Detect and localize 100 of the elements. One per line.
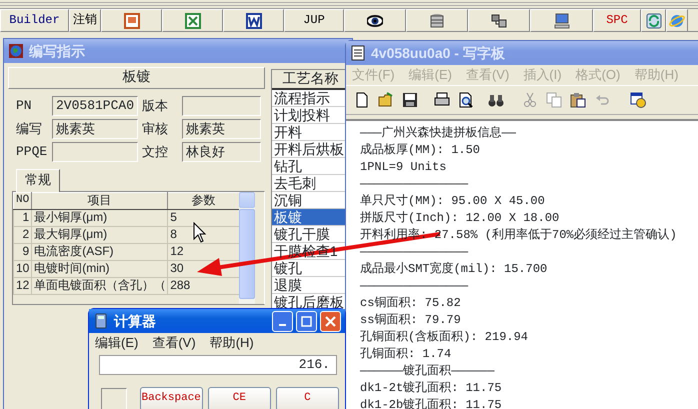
- window-title: 编写指示: [29, 42, 86, 60]
- browser-icon: [669, 12, 685, 28]
- calculator-button[interactable]: CE: [208, 386, 271, 409]
- clipboard-icon[interactable]: [570, 92, 586, 108]
- calculator-display: 216.: [99, 354, 337, 375]
- mouse-pointer-icon: [193, 222, 207, 244]
- table-cell: 电镀时间(min): [32, 260, 168, 278]
- table-cell: 最大铜厚(μm): [32, 226, 168, 244]
- database-icon: [429, 12, 445, 28]
- maximize-icon: [301, 316, 312, 326]
- tab[interactable]: 常规: [16, 169, 60, 192]
- window-title: 计算器: [114, 312, 157, 330]
- document-line: ———————————————: [360, 176, 468, 191]
- document-line: ———广州兴森快捷拼板信息——: [360, 126, 516, 140]
- document-icon: [246, 12, 262, 28]
- menu-item[interactable]: 查看(V): [152, 335, 196, 351]
- table-cell: 单面电镀面积（含孔）（: [32, 277, 168, 294]
- computer-icon: [554, 12, 570, 28]
- minimize-button[interactable]: [272, 310, 293, 332]
- process-item[interactable]: 去毛刺: [274, 175, 316, 191]
- window-title: 4v058uu0a0 - 写字板: [371, 44, 506, 62]
- table-cell: 9: [14, 243, 32, 260]
- process-item[interactable]: 计划投料: [274, 107, 330, 123]
- folder-icon[interactable]: [378, 92, 394, 108]
- column-header: 项目: [32, 192, 168, 210]
- document-line: ——————镀孔面积——————: [360, 364, 494, 378]
- notepad-icon: [350, 45, 366, 61]
- process-item[interactable]: 开料后烘板: [274, 141, 344, 157]
- field-label: 文控: [142, 144, 169, 160]
- document-line: 孔铜面积: 1.74: [360, 346, 452, 361]
- scrollbar[interactable]: [239, 192, 255, 304]
- process-item[interactable]: 镀孔: [274, 260, 302, 276]
- globe-icon: [8, 43, 24, 59]
- text-field[interactable]: [182, 96, 261, 116]
- toolbar-button[interactable]: Builder: [0, 9, 69, 32]
- text-field[interactable]: 姚素英: [182, 119, 261, 139]
- document-line: dk1-2t镀孔面积: 11.75: [360, 380, 502, 395]
- memory-indicator: [101, 388, 127, 409]
- list-header: 工艺名称: [272, 70, 347, 90]
- column-header: 参数: [168, 192, 239, 210]
- field-label: PPQE: [16, 144, 48, 160]
- calculator-button[interactable]: Backspace: [140, 386, 203, 409]
- document-line: 成品最小SMT宽度(mil): 15.700: [360, 262, 548, 276]
- toolbar-button[interactable]: [223, 9, 284, 32]
- document-line: 拼版尺寸(Inch): 12.00 X 18.00: [360, 210, 560, 225]
- document-line: 1PNL=9 Units: [360, 160, 446, 174]
- calculator-icon: [93, 313, 109, 329]
- table-cell: 1: [14, 209, 32, 226]
- toolbar-button[interactable]: [641, 9, 666, 32]
- toolbar-button[interactable]: [530, 9, 593, 32]
- maximize-button[interactable]: [296, 310, 317, 332]
- field-label: PN: [16, 98, 33, 114]
- network-icon: [491, 12, 507, 28]
- text-field[interactable]: 2V0581PCA0: [52, 96, 138, 116]
- table-cell: 最小铜厚(μm): [32, 209, 168, 226]
- column-header: NO: [14, 192, 32, 210]
- text-field[interactable]: [52, 142, 138, 162]
- close-icon: [325, 316, 336, 326]
- document-line: ———————————————: [360, 278, 468, 293]
- toolbar-button[interactable]: [344, 9, 406, 32]
- save-icon[interactable]: [402, 92, 418, 108]
- process-item[interactable]: 流程指示: [274, 90, 330, 106]
- document-line: ss铜面积: 79.79: [360, 312, 461, 327]
- document-line: 孔铜面积(含板面积): 219.94: [360, 330, 528, 344]
- process-item[interactable]: 钻孔: [274, 158, 302, 174]
- section-header: 板镀: [8, 67, 265, 89]
- toolbar-button[interactable]: [406, 9, 468, 32]
- table-cell: 电流密度(ASF): [32, 243, 168, 260]
- printer-icon[interactable]: [434, 92, 450, 108]
- menu-item[interactable]: 编辑(E): [95, 335, 138, 351]
- print-preview-icon[interactable]: [458, 92, 474, 108]
- minimize-icon: [279, 324, 286, 326]
- close-button[interactable]: [320, 310, 341, 332]
- toolbar-button[interactable]: 注销: [69, 9, 101, 32]
- document-line: dk1-2b镀孔面积: 11.75: [360, 398, 502, 409]
- table-cell: 10: [14, 260, 32, 278]
- toolbar-button[interactable]: [468, 9, 530, 32]
- document-line: cs铜面积: 75.82: [360, 296, 461, 310]
- field-label: 编写: [16, 121, 43, 137]
- field-label: 版本: [142, 98, 169, 114]
- process-item[interactable]: 开料: [274, 124, 302, 140]
- document-line: 成品板厚(MM): 1.50: [360, 142, 480, 157]
- table-cell: 2: [14, 226, 32, 244]
- process-item[interactable]: 退膜: [274, 277, 302, 293]
- menu-item[interactable]: 帮助(H): [210, 335, 254, 351]
- calculator-button[interactable]: C: [276, 386, 339, 409]
- document-line: ———————————————: [360, 244, 468, 259]
- process-item[interactable]: 沉铜: [274, 192, 302, 208]
- field-label: 审核: [142, 121, 169, 137]
- text-field[interactable]: 林良好: [182, 142, 261, 162]
- toolbar-button[interactable]: SPC: [593, 9, 641, 32]
- document-line: 单只尺寸(MM): 95.00 X 45.00: [360, 194, 545, 208]
- toolbar-button[interactable]: JUP: [284, 9, 344, 32]
- process-item[interactable]: 镀孔干膜: [274, 226, 330, 242]
- eye-icon: [367, 12, 383, 28]
- slides-icon: [124, 12, 140, 28]
- refresh-icon: [646, 12, 662, 28]
- spreadsheet-icon: [184, 12, 200, 28]
- calendar-clock-icon[interactable]: [630, 92, 646, 108]
- text-field[interactable]: 姚素英: [52, 119, 138, 139]
